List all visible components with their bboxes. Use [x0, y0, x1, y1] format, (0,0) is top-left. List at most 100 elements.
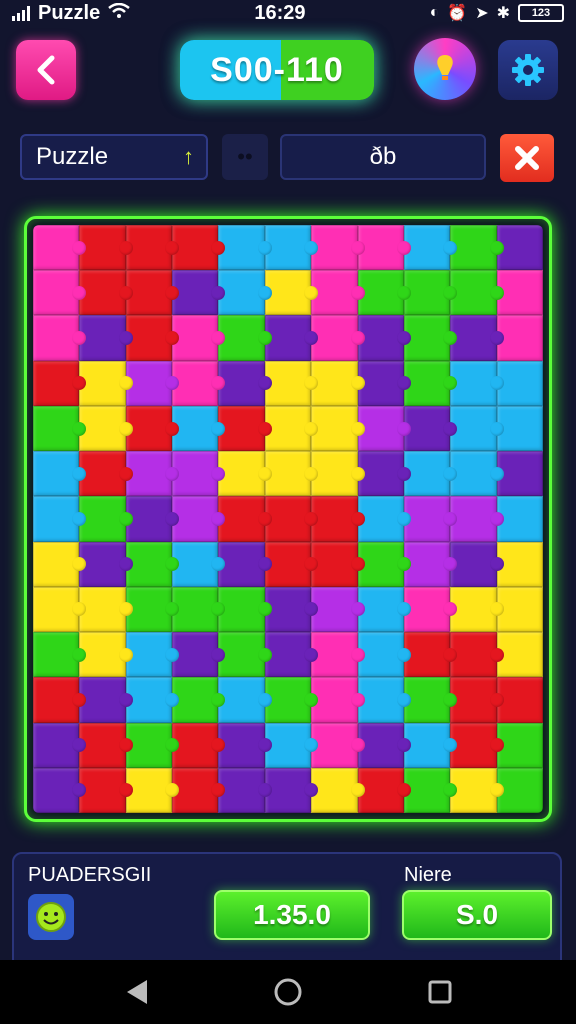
nav-back-button[interactable] — [116, 972, 156, 1012]
alarm-icon: ⏰ — [447, 5, 468, 22]
puzzle-piece[interactable] — [311, 270, 365, 316]
puzzle-piece[interactable] — [79, 722, 134, 768]
puzzle-piece[interactable] — [33, 270, 87, 316]
battery-icon: 123 — [518, 4, 564, 22]
puzzle-piece[interactable] — [450, 405, 505, 452]
puzzle-piece[interactable] — [172, 722, 226, 768]
puzzle-piece[interactable] — [218, 270, 273, 316]
puzzle-piece[interactable] — [172, 586, 226, 633]
puzzle-piece[interactable] — [79, 767, 134, 813]
puzzle-piece[interactable] — [33, 677, 87, 723]
puzzle-piece[interactable] — [172, 451, 226, 497]
puzzle-piece[interactable] — [79, 451, 134, 497]
puzzle-piece[interactable] — [172, 767, 226, 813]
puzzle-piece[interactable] — [450, 632, 505, 678]
puzzle-piece[interactable] — [218, 632, 273, 678]
puzzle-piece[interactable] — [79, 405, 134, 452]
puzzle-piece[interactable] — [79, 586, 134, 633]
puzzle-piece[interactable] — [218, 722, 273, 768]
puzzle-piece[interactable] — [311, 632, 365, 678]
puzzle-piece[interactable] — [33, 586, 87, 633]
puzzle-piece[interactable] — [33, 541, 87, 587]
puzzle-piece[interactable] — [218, 315, 273, 361]
puzzle-piece[interactable] — [450, 270, 505, 316]
puzzle-piece[interactable] — [218, 405, 273, 452]
puzzle-piece[interactable] — [33, 315, 87, 361]
puzzle-piece[interactable] — [311, 541, 365, 587]
wifi-icon — [108, 2, 131, 24]
puzzle-piece[interactable] — [33, 405, 87, 452]
more-options-button[interactable]: •• — [222, 134, 268, 180]
puzzle-piece[interactable] — [450, 225, 505, 271]
puzzle-piece[interactable] — [450, 586, 505, 633]
puzzle-piece[interactable] — [79, 315, 134, 361]
puzzle-piece[interactable] — [218, 586, 273, 633]
battery-level: 123 — [531, 7, 551, 19]
puzzle-piece[interactable] — [450, 451, 505, 497]
puzzle-select[interactable]: Puzzle ↑ — [20, 134, 208, 180]
puzzle-piece[interactable] — [33, 451, 87, 497]
puzzle-piece[interactable] — [311, 360, 365, 406]
puzzle-piece[interactable] — [33, 225, 87, 271]
puzzle-piece[interactable] — [79, 270, 134, 316]
puzzle-piece[interactable] — [311, 677, 365, 723]
puzzle-piece[interactable] — [450, 541, 505, 587]
puzzle-piece[interactable] — [79, 360, 134, 406]
settings-button[interactable] — [498, 40, 558, 100]
puzzle-piece[interactable] — [218, 451, 273, 497]
puzzle-piece[interactable] — [79, 541, 134, 587]
puzzle-piece[interactable] — [450, 722, 505, 768]
puzzle-piece[interactable] — [311, 722, 365, 768]
puzzle-piece[interactable] — [218, 677, 273, 723]
puzzle-piece[interactable] — [311, 496, 365, 542]
puzzle-piece[interactable] — [218, 541, 273, 587]
puzzle-piece[interactable] — [311, 586, 365, 633]
puzzle-piece[interactable] — [33, 722, 87, 768]
close-icon — [515, 146, 539, 170]
signal-icon — [12, 5, 30, 21]
puzzle-piece[interactable] — [33, 767, 87, 813]
puzzle-piece[interactable] — [311, 405, 365, 452]
puzzle-piece[interactable] — [79, 632, 134, 678]
puzzle-piece[interactable] — [450, 496, 505, 542]
puzzle-piece[interactable] — [450, 315, 505, 361]
puzzle-piece[interactable] — [172, 541, 226, 587]
puzzle-piece[interactable] — [172, 225, 226, 271]
nav-recents-button[interactable] — [420, 972, 460, 1012]
puzzle-piece[interactable] — [172, 405, 226, 452]
puzzle-piece[interactable] — [450, 767, 505, 813]
puzzle-piece[interactable] — [172, 270, 226, 316]
puzzle-piece[interactable] — [172, 315, 226, 361]
puzzle-piece[interactable] — [79, 677, 134, 723]
puzzle-piece[interactable] — [33, 360, 87, 406]
puzzle-piece[interactable] — [311, 315, 365, 361]
puzzle-toolbar: Puzzle ↑ •• ðb — [0, 132, 576, 182]
puzzle-piece[interactable] — [172, 360, 226, 406]
nav-home-button[interactable] — [268, 972, 308, 1012]
puzzle-piece[interactable] — [79, 496, 134, 542]
score-display: S00-110 — [180, 40, 374, 100]
puzzle-piece[interactable] — [218, 496, 273, 542]
puzzle-piece[interactable] — [450, 677, 505, 723]
puzzle-piece[interactable] — [172, 677, 226, 723]
puzzle-piece[interactable] — [218, 767, 273, 813]
player-avatar[interactable] — [28, 894, 74, 940]
secondary-action-button[interactable]: S.0 — [402, 890, 552, 940]
puzzle-piece[interactable] — [218, 360, 273, 406]
back-button[interactable] — [16, 40, 76, 100]
puzzle-piece[interactable] — [311, 767, 365, 813]
puzzle-piece[interactable] — [450, 360, 505, 406]
puzzle-piece[interactable] — [172, 632, 226, 678]
primary-action-button[interactable]: 1.35.0 — [214, 890, 370, 940]
score-text: S00-110 — [210, 50, 344, 89]
puzzle-piece[interactable] — [311, 451, 365, 497]
puzzle-piece[interactable] — [218, 225, 273, 271]
close-button[interactable] — [500, 134, 554, 182]
location-icon: ➤ — [475, 5, 489, 22]
hint-button[interactable] — [414, 38, 476, 100]
puzzle-piece[interactable] — [79, 225, 134, 271]
puzzle-piece[interactable] — [33, 496, 87, 542]
puzzle-piece[interactable] — [311, 225, 365, 271]
puzzle-piece[interactable] — [172, 496, 226, 542]
puzzle-piece[interactable] — [33, 632, 87, 678]
